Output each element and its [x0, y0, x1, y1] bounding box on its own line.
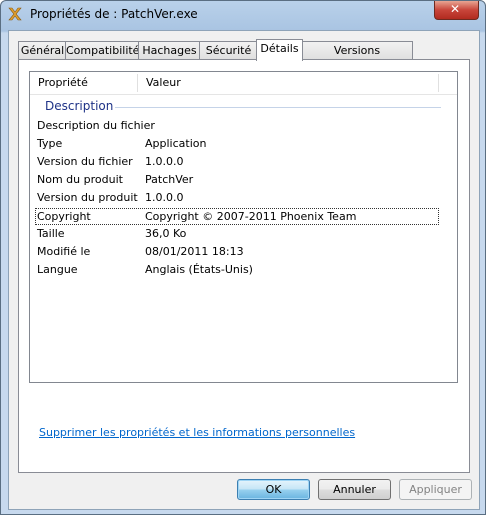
- property-value: Application: [145, 137, 207, 150]
- close-icon: ✕: [450, 2, 461, 16]
- tab-general[interactable]: Général: [18, 41, 67, 60]
- property-value: Copyright © 2007-2011 Phoenix Team: [145, 210, 357, 223]
- property-value: Anglais (États-Unis): [145, 263, 253, 276]
- list-row[interactable]: Langue Anglais (États-Unis): [35, 261, 439, 279]
- list-row[interactable]: Modifié le 08/01/2011 18:13: [35, 243, 439, 261]
- property-name: Version du fichier: [37, 155, 133, 168]
- title-bar[interactable]: Propriétés de : PatchVer.exe ✕: [1, 1, 485, 29]
- column-divider[interactable]: [438, 74, 439, 92]
- property-name: Copyright: [37, 210, 91, 223]
- property-name: Version du produit: [37, 191, 138, 204]
- property-name: Langue: [37, 263, 78, 276]
- list-row[interactable]: Description du fichier: [35, 117, 439, 135]
- list-row[interactable]: Taille 36,0 Ko: [35, 225, 439, 243]
- close-button[interactable]: ✕: [434, 1, 479, 20]
- remove-properties-link[interactable]: Supprimer les propriétés et les informat…: [39, 426, 355, 439]
- tab-securite[interactable]: Sécurité: [199, 41, 258, 60]
- column-header-property[interactable]: Propriété: [30, 72, 137, 94]
- group-header[interactable]: Description: [45, 99, 113, 113]
- properties-list[interactable]: Propriété Valeur Description Description…: [29, 71, 458, 383]
- property-name: Modifié le: [37, 245, 91, 258]
- property-value: PatchVer: [145, 173, 194, 186]
- group-divider: [115, 107, 441, 108]
- details-panel: Propriété Valeur Description Description…: [18, 59, 470, 473]
- window-title: Propriétés de : PatchVer.exe: [30, 7, 198, 21]
- property-name: Type: [37, 137, 63, 150]
- application-icon: [7, 6, 23, 22]
- tab-hachages[interactable]: Hachages: [138, 41, 201, 60]
- list-row-focused[interactable]: Copyright Copyright © 2007-2011 Phoenix T…: [35, 208, 439, 225]
- ok-button[interactable]: OK: [237, 479, 310, 500]
- property-value: 08/01/2011 18:13: [145, 245, 244, 258]
- list-header: Propriété Valeur: [30, 72, 457, 95]
- apply-button[interactable]: Appliquer: [399, 479, 472, 500]
- dialog-client: Général Compatibilité Hachages Sécurité …: [8, 30, 480, 510]
- property-value: 36,0 Ko: [145, 227, 187, 240]
- list-row[interactable]: Nom du produit PatchVer: [35, 171, 439, 189]
- properties-window: Propriétés de : PatchVer.exe ✕ Général C…: [0, 0, 486, 515]
- cancel-button[interactable]: Annuler: [318, 479, 391, 500]
- property-name: Description du fichier: [37, 119, 155, 132]
- tab-versions-precedentes[interactable]: Versions précédentes: [301, 41, 413, 75]
- list-row[interactable]: Version du produit 1.0.0.0: [35, 189, 439, 207]
- column-header-value[interactable]: Valeur: [138, 72, 438, 94]
- list-row[interactable]: Version du fichier 1.0.0.0: [35, 153, 439, 171]
- tab-compatibilite[interactable]: Compatibilité: [65, 41, 140, 60]
- list-row[interactable]: Type Application: [35, 135, 439, 153]
- property-value: 1.0.0.0: [145, 191, 184, 204]
- tab-details[interactable]: Détails: [256, 39, 303, 61]
- property-name: Taille: [37, 227, 65, 240]
- property-value: 1.0.0.0: [145, 155, 184, 168]
- property-name: Nom du produit: [37, 173, 123, 186]
